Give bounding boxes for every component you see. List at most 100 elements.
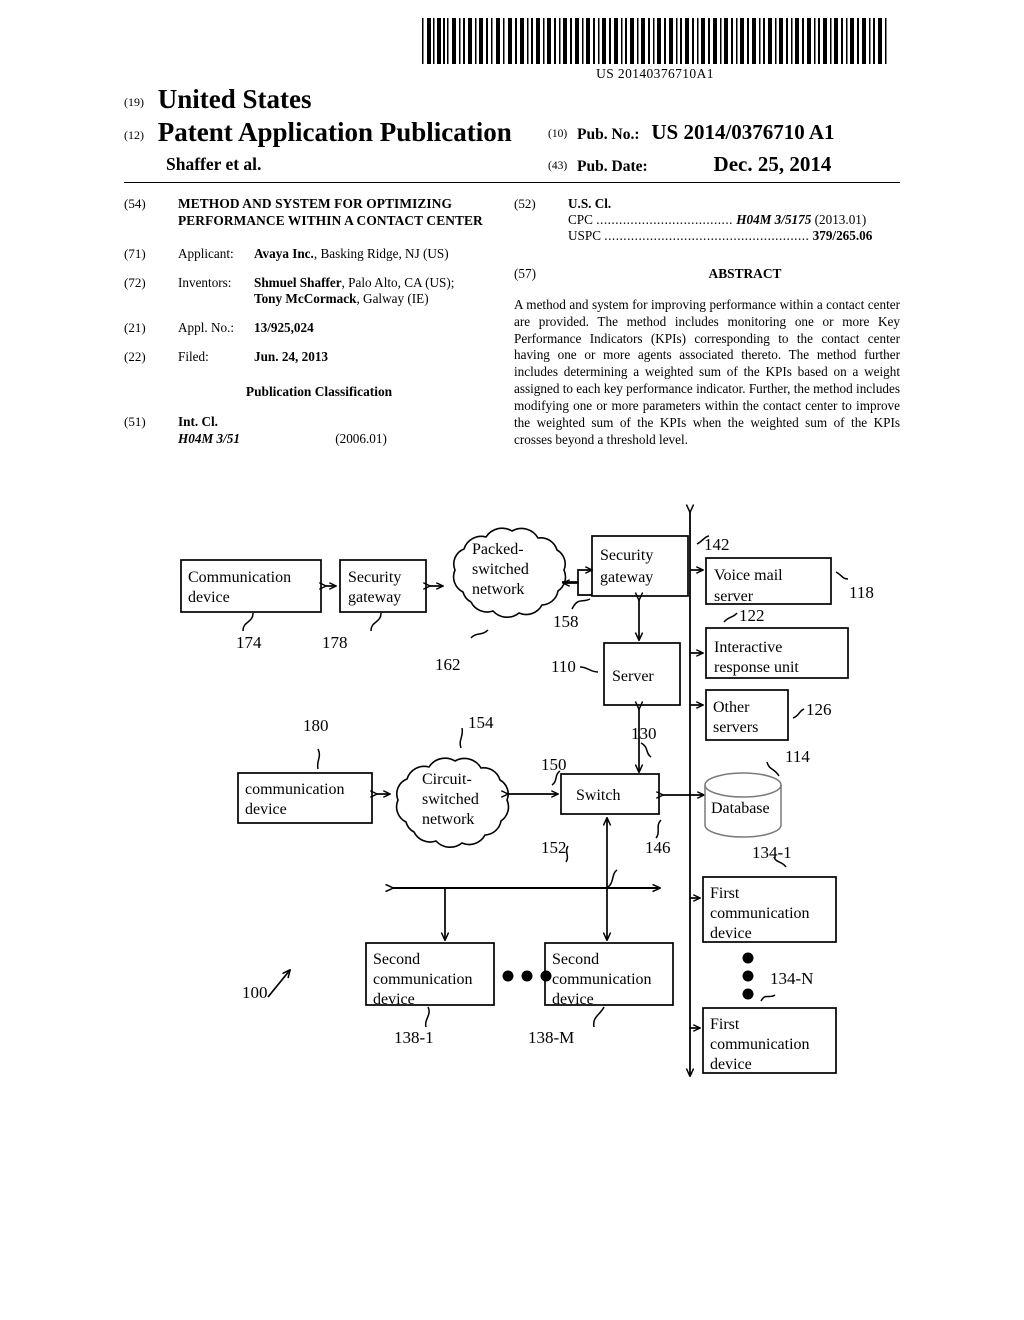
- uspc-value: 379/265.06: [812, 228, 873, 244]
- cpc-leader-dots: ....................................: [596, 212, 733, 228]
- label-second-device-1-l2: communication: [373, 971, 473, 988]
- lead-134-N: [760, 994, 776, 1002]
- us-classification-field: (52) U.S. Cl. CPC ......................…: [514, 196, 900, 244]
- publication-date-line: (43) Pub. Date: Dec. 25, 2014: [548, 152, 831, 177]
- field-code-52: (52): [514, 196, 536, 211]
- figure-1-system-diagram: Communication device Security gateway Pa…: [0, 500, 1024, 1100]
- publication-classification-heading: Publication Classification: [245, 384, 393, 400]
- label-security-gateway-right-l1: Security: [600, 547, 653, 564]
- cpc-label: CPC: [568, 212, 593, 228]
- lead-146: [655, 819, 662, 839]
- label-communication-device-top-l1: Communication: [188, 569, 291, 586]
- inventor-short-name: Shaffer et al.: [166, 154, 262, 174]
- filing-date-field: (22) Filed: Jun. 24, 2013: [124, 349, 494, 365]
- lead-158: [571, 598, 591, 610]
- application-number-field: (21) Appl. No.: 13/925,024: [124, 320, 494, 336]
- masthead: (19) United States (12) Patent Applicati…: [124, 84, 900, 180]
- lead-bus-switch: [606, 869, 618, 889]
- document-type: Patent Application Publication: [157, 117, 512, 147]
- kind-code-19: (19): [124, 95, 144, 109]
- ref-114: 114: [785, 747, 810, 766]
- label-communication-device-bottom-l2: device: [245, 801, 287, 818]
- label-first-device-1-l3: device: [710, 925, 752, 942]
- ref-110: 110: [551, 657, 576, 676]
- application-number-value: 13/925,024: [254, 320, 314, 336]
- label-switch: Switch: [576, 787, 620, 804]
- label-first-device-n-l3: device: [710, 1056, 752, 1073]
- inventor-1-address: , Palo Alto, CA (US);: [341, 274, 455, 290]
- invention-title: METHOD AND SYSTEM FOR OPTIMIZING PERFORM…: [178, 196, 483, 228]
- label-server: Server: [612, 668, 654, 685]
- lead-138-M: [592, 1006, 605, 1028]
- applicant-address: , Basking Ridge, NJ (US): [313, 245, 449, 261]
- ref-100: 100: [242, 983, 268, 1002]
- label-packet-network-l3: network: [472, 581, 524, 598]
- label-security-gateway-left-l2: gateway: [348, 589, 401, 606]
- field-code-54: (54): [124, 196, 146, 211]
- ref-174: 174: [236, 633, 262, 652]
- header-divider: [124, 182, 900, 183]
- ref-134-1: 134-1: [752, 843, 792, 862]
- system-pointer-arrow: [267, 970, 290, 998]
- field-code-72: (72): [124, 274, 146, 290]
- abstract-heading: ABSTRACT: [708, 266, 782, 282]
- cpc-value: H04M 3/5175: [736, 212, 812, 228]
- uspc-row: USPC ...................................…: [568, 228, 900, 244]
- figure-svg: Communication device Security gateway Pa…: [180, 500, 874, 1100]
- label-packet-network-l2: switched: [472, 561, 529, 578]
- us-cl-label: U.S. Cl.: [568, 196, 612, 211]
- international-classification-field: (51) Int. Cl. H04M 3/51 (2006.01): [124, 414, 494, 447]
- field-code-21: (21): [124, 320, 146, 336]
- country-name: United States: [157, 84, 312, 114]
- lead-126: [792, 708, 805, 719]
- lead-130: [640, 742, 652, 758]
- label-first-device-1-l1: First: [710, 885, 740, 902]
- publication-number-label: Pub. No.:: [577, 126, 640, 143]
- publication-number-value: US 2014/0376710 A1: [651, 120, 835, 144]
- lead-180: [316, 748, 321, 770]
- label-second-device-m-l2: communication: [552, 971, 652, 988]
- inventor-entry-1: Shmuel Shaffer, Palo Alto, CA (US);: [254, 275, 494, 291]
- kind-code-43: (43): [548, 160, 568, 172]
- uspc-leader-dots: ........................................…: [604, 228, 810, 244]
- label-other-servers-l1: Other: [713, 699, 750, 716]
- lead-178: [370, 612, 382, 632]
- label-circuit-network-l1: Circuit-: [422, 771, 472, 788]
- filing-date-value: Jun. 24, 2013: [254, 349, 329, 365]
- label-security-gateway-left-l1: Security: [348, 569, 401, 586]
- publication-number-line: (10) Pub. No.: US 2014/0376710 A1: [548, 120, 835, 145]
- inventor-entry-2: Tony McCormack, Galway (IE): [254, 291, 494, 307]
- label-second-device-1-l3: device: [373, 991, 415, 1008]
- label-voice-mail-server-l1: Voice mail: [714, 567, 783, 584]
- field-code-57: (57): [514, 266, 536, 282]
- lead-154: [459, 727, 464, 749]
- ellipsis-second-devices: [502, 970, 552, 982]
- lead-138-1: [424, 1006, 430, 1028]
- abstract-heading-row: (57) ABSTRACT: [514, 266, 900, 282]
- inventors-field: (72) Inventors: Shmuel Shaffer, Palo Alt…: [124, 275, 494, 307]
- right-bibliographic-column: (52) U.S. Cl. CPC ......................…: [514, 196, 900, 449]
- label-interactive-response-unit-l1: Interactive: [714, 639, 782, 656]
- ref-138-M: 138-M: [528, 1028, 574, 1047]
- label-database: Database: [711, 800, 770, 817]
- patent-page: US 20140376710A1 (19) United States (12)…: [0, 0, 1024, 1320]
- lead-114: [766, 761, 780, 777]
- ref-142: 142: [704, 535, 730, 554]
- ref-130: 130: [631, 724, 657, 743]
- label-other-servers-l2: servers: [713, 719, 758, 736]
- inventors-label: Inventors:: [178, 274, 232, 290]
- label-first-device-1-l2: communication: [710, 905, 810, 922]
- ref-158: 158: [553, 612, 579, 631]
- label-second-device-m-l3: device: [552, 991, 594, 1008]
- label-circuit-network-l2: switched: [422, 791, 479, 808]
- left-bibliographic-column: (54) METHOD AND SYSTEM FOR OPTIMIZING PE…: [124, 196, 494, 460]
- ref-150: 150: [541, 755, 567, 774]
- ref-134-N: 134-N: [770, 969, 813, 988]
- inventor-1-name: Shmuel Shaffer: [254, 274, 342, 290]
- label-second-device-1-l1: Second: [373, 951, 420, 968]
- int-cl-label: Int. Cl.: [178, 413, 218, 429]
- lead-110: [579, 666, 599, 673]
- inventor-2-name: Tony McCormack: [254, 290, 357, 306]
- barcode-block: US 20140376710A1: [420, 18, 890, 82]
- ellipsis-first-devices: [742, 952, 754, 1000]
